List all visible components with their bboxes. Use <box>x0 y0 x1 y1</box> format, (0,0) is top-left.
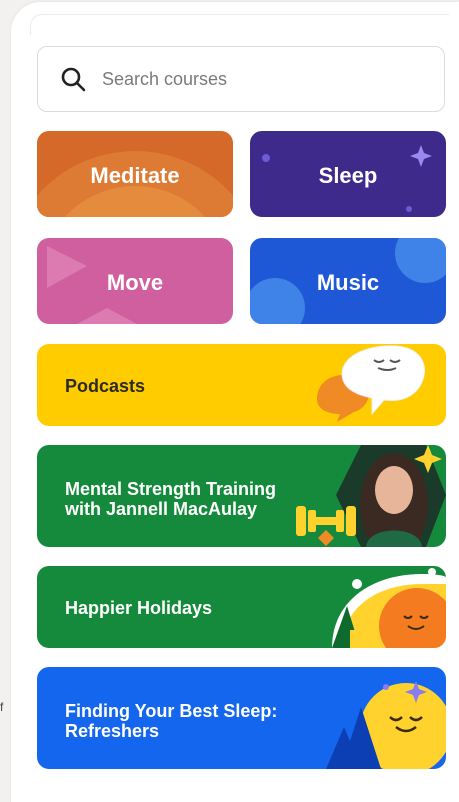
course-card-podcasts[interactable]: Podcasts <box>37 344 446 426</box>
category-tile-meditate[interactable]: Meditate <box>37 131 233 217</box>
category-tile-sleep[interactable]: Sleep <box>250 131 446 217</box>
course-title: Podcasts <box>65 376 146 396</box>
course-title: Mental Strength Training with Jannell Ma… <box>65 479 277 519</box>
category-label: Move <box>106 270 164 295</box>
category-tile-move[interactable]: Move <box>37 238 233 324</box>
course-title: Happier Holidays <box>65 598 213 618</box>
category-label: Sleep <box>318 163 378 188</box>
category-label: Meditate <box>90 163 180 188</box>
course-card-mental-strength-training[interactable]: Mental Strength Training with Jannell Ma… <box>37 445 446 547</box>
search-input[interactable] <box>100 67 404 91</box>
category-tile-music[interactable]: Music <box>250 238 446 324</box>
search-bar[interactable] <box>37 46 445 112</box>
course-card-happier-holidays[interactable]: Happier Holidays <box>37 566 446 648</box>
category-label: Music <box>316 270 380 295</box>
edge-text: f <box>0 700 4 714</box>
search-icon <box>61 67 86 92</box>
course-title: Finding Your Best Sleep: Refreshers <box>65 701 278 741</box>
header-edge <box>30 14 449 35</box>
course-card-finding-your-best-sleep[interactable]: Finding Your Best Sleep: Refreshers <box>37 667 446 769</box>
